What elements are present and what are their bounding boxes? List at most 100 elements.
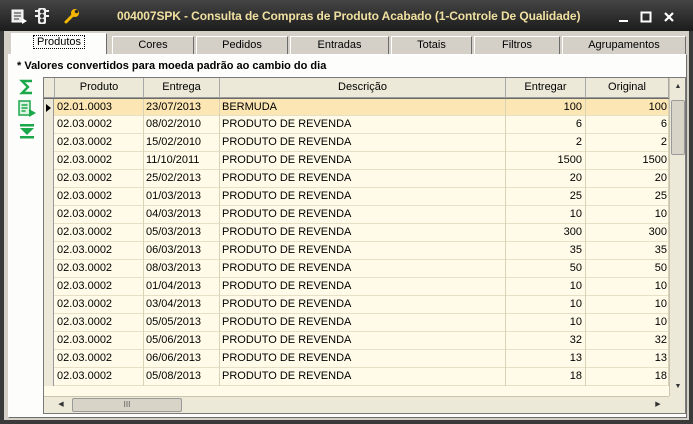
cell-entrega[interactable]: 11/10/2011 <box>144 152 220 170</box>
maximize-icon[interactable] <box>639 10 653 24</box>
table-row[interactable]: 02.03.0002 05/03/2013 PRODUTO DE REVENDA 30… <box>44 224 669 242</box>
row-indicator[interactable] <box>44 134 54 152</box>
cell-descricao[interactable]: PRODUTO DE REVENDA <box>220 278 506 296</box>
menu-icon[interactable] <box>10 7 28 25</box>
cell-entregar[interactable]: 300 <box>506 224 586 242</box>
cell-original[interactable]: 10 <box>586 278 669 296</box>
cell-entrega[interactable]: 06/03/2013 <box>144 242 220 260</box>
row-indicator[interactable] <box>44 314 54 332</box>
cell-descricao[interactable]: PRODUTO DE REVENDA <box>220 224 506 242</box>
row-indicator[interactable] <box>44 278 54 296</box>
column-header-descricao[interactable]: Descrição <box>220 78 506 98</box>
minimize-icon[interactable] <box>617 10 631 24</box>
tab-cores[interactable]: Cores <box>112 36 194 55</box>
cell-entregar[interactable]: 18 <box>506 368 586 386</box>
horizontal-scroll-thumb[interactable]: III <box>72 398 182 412</box>
row-indicator[interactable] <box>44 242 54 260</box>
column-header-produto[interactable]: Produto <box>55 78 144 98</box>
cell-descricao[interactable]: PRODUTO DE REVENDA <box>220 260 506 278</box>
cell-produto[interactable]: 02.03.0002 <box>55 224 144 242</box>
cell-original[interactable]: 35 <box>586 242 669 260</box>
cell-descricao[interactable]: PRODUTO DE REVENDA <box>220 296 506 314</box>
cell-original[interactable]: 50 <box>586 260 669 278</box>
wrench-icon[interactable] <box>63 7 81 25</box>
cell-entregar[interactable]: 50 <box>506 260 586 278</box>
cell-entrega[interactable]: 05/05/2013 <box>144 314 220 332</box>
cell-entrega[interactable]: 01/04/2013 <box>144 278 220 296</box>
cell-entregar[interactable]: 10 <box>506 314 586 332</box>
cell-entrega[interactable]: 01/03/2013 <box>144 188 220 206</box>
cell-produto[interactable]: 02.03.0002 <box>55 260 144 278</box>
cell-entregar[interactable]: 10 <box>506 278 586 296</box>
cell-descricao[interactable]: PRODUTO DE REVENDA <box>220 314 506 332</box>
cell-produto[interactable]: 02.03.0002 <box>55 368 144 386</box>
cell-descricao[interactable]: PRODUTO DE REVENDA <box>220 188 506 206</box>
cell-descricao[interactable]: PRODUTO DE REVENDA <box>220 332 506 350</box>
cell-original[interactable]: 300 <box>586 224 669 242</box>
cell-produto[interactable]: 02.03.0002 <box>55 188 144 206</box>
sigma-icon[interactable] <box>17 77 41 97</box>
export-icon[interactable] <box>17 99 41 119</box>
table-row[interactable]: 02.01.0003 23/07/2013 BERMUDA 100 100 <box>44 98 669 117</box>
table-row[interactable]: 02.03.0002 05/05/2013 PRODUTO DE REVENDA 10… <box>44 314 669 332</box>
table-row[interactable]: 02.03.0002 11/10/2011 PRODUTO DE REVENDA 15… <box>44 152 669 170</box>
cell-descricao[interactable]: PRODUTO DE REVENDA <box>220 368 506 386</box>
cell-descricao[interactable]: PRODUTO DE REVENDA <box>220 152 506 170</box>
cell-original[interactable]: 25 <box>586 188 669 206</box>
cell-produto[interactable]: 02.03.0002 <box>55 206 144 224</box>
cell-produto[interactable]: 02.03.0002 <box>55 350 144 368</box>
cell-original[interactable]: 6 <box>586 116 669 134</box>
cell-entrega[interactable]: 08/03/2013 <box>144 260 220 278</box>
cell-entrega[interactable]: 04/03/2013 <box>144 206 220 224</box>
row-indicator[interactable] <box>44 350 54 368</box>
scroll-down-icon[interactable]: ▼ <box>671 380 685 394</box>
cell-entregar[interactable]: 10 <box>506 206 586 224</box>
scroll-right-icon[interactable]: ▶ <box>651 398 665 412</box>
cell-entregar[interactable]: 2 <box>506 134 586 152</box>
cell-entrega[interactable]: 23/07/2013 <box>144 99 220 117</box>
cell-entrega[interactable]: 25/02/2013 <box>144 170 220 188</box>
cell-original[interactable]: 10 <box>586 296 669 314</box>
table-row[interactable]: 02.03.0002 08/03/2013 PRODUTO DE REVENDA 50… <box>44 260 669 278</box>
cell-produto[interactable]: 02.03.0002 <box>55 242 144 260</box>
horizontal-scrollbar[interactable]: ◀ III ▶ <box>44 396 669 413</box>
cell-descricao[interactable]: BERMUDA <box>220 99 506 117</box>
cell-produto[interactable]: 02.03.0002 <box>55 278 144 296</box>
cell-original[interactable]: 1500 <box>586 152 669 170</box>
cell-produto[interactable]: 02.03.0002 <box>55 332 144 350</box>
products-grid[interactable]: Produto Entrega Descrição Entregar Origi… <box>43 77 686 414</box>
cell-entregar[interactable]: 32 <box>506 332 586 350</box>
cell-entregar[interactable]: 1500 <box>506 152 586 170</box>
cell-produto[interactable]: 02.03.0002 <box>55 314 144 332</box>
cell-original[interactable]: 32 <box>586 332 669 350</box>
tab-pedidos[interactable]: Pedidos <box>196 36 288 55</box>
cell-entrega[interactable]: 03/04/2013 <box>144 296 220 314</box>
row-indicator[interactable] <box>44 188 54 206</box>
cell-produto[interactable]: 02.03.0002 <box>55 170 144 188</box>
scroll-up-icon[interactable]: ▲ <box>671 80 685 94</box>
cell-entrega[interactable]: 15/02/2010 <box>144 134 220 152</box>
tab-filtros[interactable]: Filtros <box>474 36 560 55</box>
cell-entregar[interactable]: 25 <box>506 188 586 206</box>
column-header-entregar[interactable]: Entregar <box>506 78 586 98</box>
table-row[interactable]: 02.03.0002 15/02/2010 PRODUTO DE REVENDA 2 2 <box>44 134 669 152</box>
cell-original[interactable]: 13 <box>586 350 669 368</box>
cell-original[interactable]: 20 <box>586 170 669 188</box>
table-row[interactable]: 02.03.0002 01/03/2013 PRODUTO DE REVENDA 25… <box>44 188 669 206</box>
row-indicator[interactable] <box>44 332 54 350</box>
row-indicator[interactable] <box>44 296 54 314</box>
cell-original[interactable]: 2 <box>586 134 669 152</box>
cell-descricao[interactable]: PRODUTO DE REVENDA <box>220 116 506 134</box>
cell-entregar[interactable]: 100 <box>506 99 586 117</box>
row-indicator[interactable] <box>44 368 54 386</box>
cell-entregar[interactable]: 10 <box>506 296 586 314</box>
row-indicator[interactable] <box>44 152 54 170</box>
table-row[interactable]: 02.03.0002 06/06/2013 PRODUTO DE REVENDA 13… <box>44 350 669 368</box>
cell-produto[interactable]: 02.03.0002 <box>55 116 144 134</box>
tab-produtos[interactable]: Produtos <box>11 33 107 55</box>
cell-produto[interactable]: 02.03.0002 <box>55 152 144 170</box>
vertical-scroll-thumb[interactable] <box>671 100 685 155</box>
cell-descricao[interactable]: PRODUTO DE REVENDA <box>220 206 506 224</box>
cell-entregar[interactable]: 13 <box>506 350 586 368</box>
cell-descricao[interactable]: PRODUTO DE REVENDA <box>220 170 506 188</box>
